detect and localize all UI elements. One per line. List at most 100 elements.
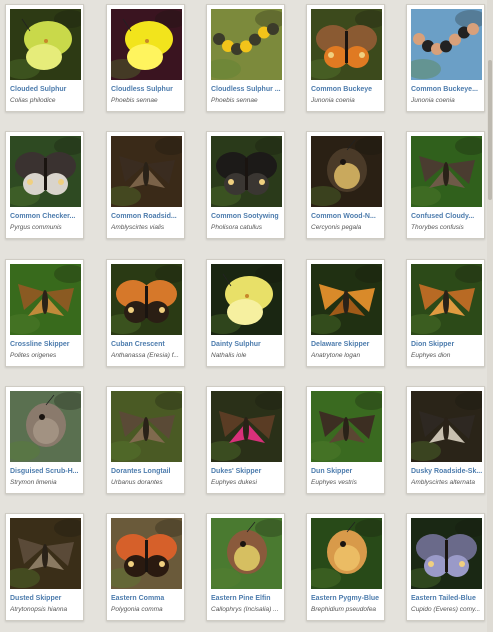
species-scientific-name: Anthanassa (Eresia) f... bbox=[111, 352, 179, 359]
butterfly-icon bbox=[311, 136, 382, 207]
species-common-name[interactable]: Crossline Skipper bbox=[10, 340, 83, 349]
butterfly-icon bbox=[211, 136, 282, 207]
species-common-name[interactable]: Common Buckeye... bbox=[411, 85, 484, 94]
butterfly-icon bbox=[211, 518, 282, 589]
species-card[interactable]: Disguised Scrub-H... Strymon limenia bbox=[5, 386, 84, 494]
species-common-name[interactable]: Common Roadsid... bbox=[111, 212, 184, 221]
species-thumbnail[interactable] bbox=[211, 9, 282, 80]
species-common-name[interactable]: Common Checker... bbox=[10, 212, 83, 221]
species-common-name[interactable]: Dusky Roadside-Sk... bbox=[411, 467, 484, 476]
species-card[interactable]: Common Sootywing Pholisora catullus bbox=[206, 131, 285, 239]
species-common-name[interactable]: Cloudless Sulphur bbox=[111, 85, 184, 94]
species-card[interactable]: Dusted Skipper Atrytonopsis hianna bbox=[5, 513, 84, 621]
species-grid: Clouded Sulphur Colias philodice Cloudless… bbox=[0, 0, 493, 632]
species-card[interactable]: Clouded Sulphur Colias philodice bbox=[5, 4, 84, 112]
species-common-name[interactable]: Delaware Skipper bbox=[311, 340, 384, 349]
species-common-name[interactable]: Dion Skipper bbox=[411, 340, 484, 349]
species-thumbnail[interactable] bbox=[311, 518, 382, 589]
species-scientific-name: Nathalis iole bbox=[211, 352, 247, 359]
species-card[interactable]: Common Buckeye... Junonia coenia bbox=[406, 4, 485, 112]
species-thumbnail[interactable] bbox=[211, 518, 282, 589]
species-card[interactable]: Dainty Sulphur Nathalis iole bbox=[206, 259, 285, 367]
species-common-name[interactable]: Common Wood-N... bbox=[311, 212, 384, 221]
species-common-name[interactable]: Disguised Scrub-H... bbox=[10, 467, 83, 476]
species-card[interactable]: Confused Cloudy... Thorybes confusis bbox=[406, 131, 485, 239]
species-common-name[interactable]: Common Sootywing bbox=[211, 212, 284, 221]
vertical-scrollbar[interactable] bbox=[487, 0, 493, 632]
species-common-name[interactable]: Dainty Sulphur bbox=[211, 340, 284, 349]
butterfly-icon bbox=[111, 264, 182, 335]
species-common-name[interactable]: Common Buckeye bbox=[311, 85, 384, 94]
butterfly-icon bbox=[10, 264, 81, 335]
species-thumbnail[interactable] bbox=[111, 136, 182, 207]
species-thumbnail[interactable] bbox=[10, 136, 81, 207]
species-common-name[interactable]: Dorantes Longtail bbox=[111, 467, 184, 476]
butterfly-icon bbox=[111, 518, 182, 589]
species-common-name[interactable]: Dusted Skipper bbox=[10, 594, 83, 603]
scrollbar-thumb[interactable] bbox=[488, 60, 492, 200]
species-scientific-name: Pyrgus communis bbox=[10, 224, 62, 231]
species-thumbnail[interactable] bbox=[411, 136, 482, 207]
species-common-name[interactable]: Cuban Crescent bbox=[111, 340, 184, 349]
species-scientific-name: Junonia coenia bbox=[311, 97, 355, 104]
butterfly-icon bbox=[111, 391, 182, 462]
species-card[interactable]: Cuban Crescent Anthanassa (Eresia) f... bbox=[106, 259, 185, 367]
species-common-name[interactable]: Eastern Pygmy-Blue bbox=[311, 594, 384, 603]
species-card[interactable]: Delaware Skipper Anatrytone logan bbox=[306, 259, 385, 367]
species-common-name[interactable]: Confused Cloudy... bbox=[411, 212, 484, 221]
species-thumbnail[interactable] bbox=[411, 518, 482, 589]
species-thumbnail[interactable] bbox=[311, 391, 382, 462]
species-thumbnail[interactable] bbox=[311, 136, 382, 207]
butterfly-icon bbox=[211, 264, 282, 335]
caterpillar-icon bbox=[211, 9, 282, 80]
species-card[interactable]: Eastern Comma Polygonia comma bbox=[106, 513, 185, 621]
butterfly-icon bbox=[211, 391, 282, 462]
species-thumbnail[interactable] bbox=[111, 518, 182, 589]
species-card[interactable]: Common Buckeye Junonia coenia bbox=[306, 4, 385, 112]
species-common-name[interactable]: Cloudless Sulphur ... bbox=[211, 85, 284, 94]
species-thumbnail[interactable] bbox=[10, 264, 81, 335]
species-thumbnail[interactable] bbox=[211, 391, 282, 462]
species-scientific-name: Amblyscirtes vialis bbox=[111, 224, 165, 231]
species-scientific-name: Polites origenes bbox=[10, 352, 57, 359]
species-thumbnail[interactable] bbox=[411, 9, 482, 80]
species-thumbnail[interactable] bbox=[111, 264, 182, 335]
species-common-name[interactable]: Eastern Pine Elfin bbox=[211, 594, 284, 603]
species-thumbnail[interactable] bbox=[411, 391, 482, 462]
species-card[interactable]: Dorantes Longtail Urbanus dorantes bbox=[106, 386, 185, 494]
species-thumbnail[interactable] bbox=[211, 264, 282, 335]
species-scientific-name: Callophrys (Incisalia) ... bbox=[211, 606, 279, 613]
butterfly-icon bbox=[10, 518, 81, 589]
species-scientific-name: Atrytonopsis hianna bbox=[10, 606, 68, 613]
species-thumbnail[interactable] bbox=[311, 264, 382, 335]
species-common-name[interactable]: Eastern Comma bbox=[111, 594, 184, 603]
species-scientific-name: Brephidium pseudofea bbox=[311, 606, 377, 613]
species-common-name[interactable]: Eastern Tailed-Blue bbox=[411, 594, 484, 603]
species-card[interactable]: Common Roadsid... Amblyscirtes vialis bbox=[106, 131, 185, 239]
species-card[interactable]: Cloudless Sulphur Phoebis sennae bbox=[106, 4, 185, 112]
species-thumbnail[interactable] bbox=[10, 391, 81, 462]
species-thumbnail[interactable] bbox=[311, 9, 382, 80]
species-card[interactable]: Cloudless Sulphur ... Phoebis sennae bbox=[206, 4, 285, 112]
species-card[interactable]: Eastern Pygmy-Blue Brephidium pseudofea bbox=[306, 513, 385, 621]
species-card[interactable]: Dukes' Skipper Euphyes dukesi bbox=[206, 386, 285, 494]
species-card[interactable]: Common Checker... Pyrgus communis bbox=[5, 131, 84, 239]
species-card[interactable]: Eastern Pine Elfin Callophrys (Incisalia)… bbox=[206, 513, 285, 621]
species-card[interactable]: Eastern Tailed-Blue Cupido (Everes) comy.… bbox=[406, 513, 485, 621]
species-card[interactable]: Common Wood-N... Cercyonis pegala bbox=[306, 131, 385, 239]
species-thumbnail[interactable] bbox=[111, 391, 182, 462]
butterfly-icon bbox=[111, 136, 182, 207]
species-card[interactable]: Crossline Skipper Polites origenes bbox=[5, 259, 84, 367]
species-scientific-name: Phoebis sennae bbox=[111, 97, 158, 104]
species-thumbnail[interactable] bbox=[411, 264, 482, 335]
species-card[interactable]: Dusky Roadside-Sk... Amblyscirtes alterna… bbox=[406, 386, 485, 494]
species-thumbnail[interactable] bbox=[111, 9, 182, 80]
species-common-name[interactable]: Clouded Sulphur bbox=[10, 85, 83, 94]
species-thumbnail[interactable] bbox=[10, 9, 81, 80]
species-card[interactable]: Dion Skipper Euphyes dion bbox=[406, 259, 485, 367]
species-common-name[interactable]: Dun Skipper bbox=[311, 467, 384, 476]
species-common-name[interactable]: Dukes' Skipper bbox=[211, 467, 284, 476]
species-thumbnail[interactable] bbox=[211, 136, 282, 207]
species-thumbnail[interactable] bbox=[10, 518, 81, 589]
species-card[interactable]: Dun Skipper Euphyes vestris bbox=[306, 386, 385, 494]
